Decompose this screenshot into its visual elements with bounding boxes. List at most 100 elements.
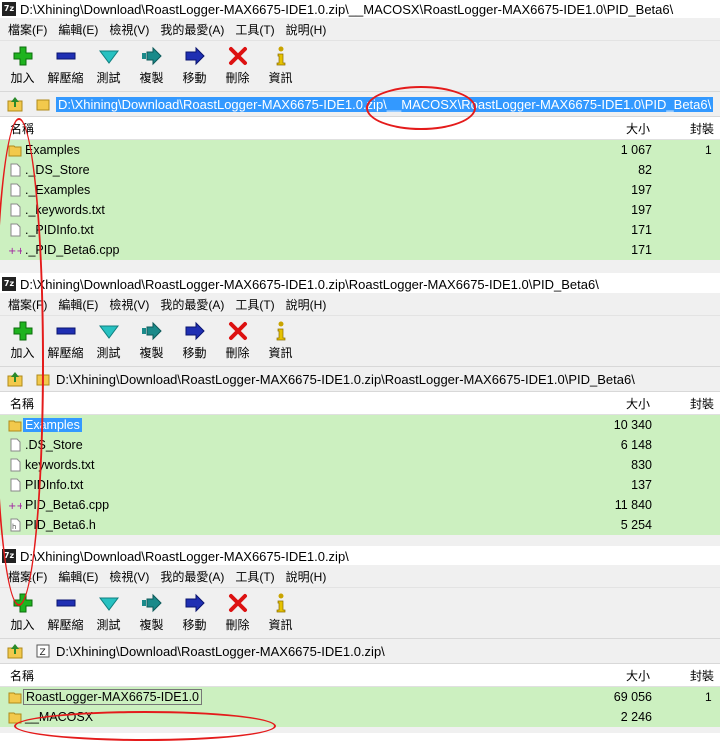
toolbar: 加入 解壓縮 測試 複製 移動 刪除 資訊 xyxy=(0,316,720,366)
list-item[interactable]: ._keywords.txt 197 xyxy=(0,200,720,220)
test-button[interactable]: 測試 xyxy=(92,592,125,633)
test-button[interactable]: 測試 xyxy=(92,320,125,361)
menu-file[interactable]: 檔案(F) xyxy=(6,21,56,38)
info-icon xyxy=(276,46,285,66)
move-label: 移動 xyxy=(182,71,207,85)
move-button[interactable]: 移動 xyxy=(178,45,211,86)
column-size-header[interactable]: 大小 xyxy=(626,667,650,684)
copy-button[interactable]: 複製 xyxy=(135,592,168,633)
list-item[interactable]: __MACOSX 2 246 xyxy=(0,707,720,727)
column-name-header[interactable]: 名稱 xyxy=(10,120,34,137)
info-label: 資訊 xyxy=(268,618,293,632)
info-button[interactable]: 資訊 xyxy=(264,592,297,633)
copy-button[interactable]: 複製 xyxy=(135,45,168,86)
menu-help[interactable]: 說明(H) xyxy=(284,21,336,38)
delete-button[interactable]: 刪除 xyxy=(221,45,254,86)
folder-up-icon[interactable] xyxy=(6,642,24,660)
file-name: .DS_Store xyxy=(25,438,83,452)
list-item[interactable]: ++ PID_Beta6.cpp 11 840 xyxy=(0,495,720,515)
delete-label: 刪除 xyxy=(225,346,250,360)
column-name-header[interactable]: 名稱 xyxy=(10,395,34,412)
menu-help[interactable]: 說明(H) xyxy=(284,296,336,313)
list-item[interactable]: h PID_Beta6.h 5 254 xyxy=(0,515,720,535)
extract-label: 解壓縮 xyxy=(47,71,84,85)
address-input[interactable]: D:\Xhining\Download\RoastLogger-MAX6675-… xyxy=(56,644,385,659)
delete-button[interactable]: 刪除 xyxy=(221,320,254,361)
menu-tools[interactable]: 工具(T) xyxy=(233,296,283,313)
file-size: 171 xyxy=(631,223,652,237)
copy-icon xyxy=(141,593,162,613)
delete-button[interactable]: 刪除 xyxy=(221,592,254,633)
address-bar: D:\Xhining\Download\RoastLogger-MAX6675-… xyxy=(0,91,720,117)
svg-text:Z: Z xyxy=(40,648,46,658)
svg-text:++: ++ xyxy=(8,246,22,257)
file-name: Examples xyxy=(23,418,82,432)
list-item[interactable]: PIDInfo.txt 137 xyxy=(0,475,720,495)
menu-view[interactable]: 檢視(V) xyxy=(107,296,158,313)
menu-file[interactable]: 檔案(F) xyxy=(6,568,56,585)
menu-edit[interactable]: 編輯(E) xyxy=(56,568,107,585)
list-item[interactable]: RoastLogger-MAX6675-IDE1.0 69 056 1 xyxy=(0,687,720,707)
list-item[interactable]: .DS_Store 6 148 xyxy=(0,435,720,455)
info-icon xyxy=(276,321,285,341)
folder-icon xyxy=(8,145,22,157)
folder-up-icon[interactable] xyxy=(6,370,24,388)
menu-favorites[interactable]: 我的最愛(A) xyxy=(158,568,233,585)
add-icon xyxy=(13,46,32,66)
file-name: PID_Beta6.cpp xyxy=(25,498,110,512)
list-item[interactable]: ++ ._PID_Beta6.cpp 171 xyxy=(0,240,720,260)
test-label: 測試 xyxy=(96,71,121,85)
address-input[interactable]: D:\Xhining\Download\RoastLogger-MAX6675-… xyxy=(56,372,635,387)
cpp-file-icon: ++ xyxy=(8,246,22,257)
list-item[interactable]: keywords.txt 830 xyxy=(0,455,720,475)
menu-edit[interactable]: 編輯(E) xyxy=(56,296,107,313)
file-name: PID_Beta6.h xyxy=(25,518,96,532)
list-item[interactable]: Examples 10 340 xyxy=(0,415,720,435)
column-packed-header[interactable]: 封裝 xyxy=(690,395,714,412)
file-name: RoastLogger-MAX6675-IDE1.0 xyxy=(23,689,203,705)
file-size: 82 xyxy=(638,163,652,177)
menu-bar: 檔案(F) 編輯(E) 檢視(V) 我的最愛(A) 工具(T) 說明(H) xyxy=(0,293,720,316)
add-button[interactable]: 加入 xyxy=(6,320,39,361)
info-button[interactable]: 資訊 xyxy=(264,45,297,86)
menu-view[interactable]: 檢視(V) xyxy=(107,21,158,38)
extract-button[interactable]: 解壓縮 xyxy=(48,320,84,361)
file-name: __MACOSX xyxy=(25,710,94,724)
column-packed-header[interactable]: 封裝 xyxy=(690,667,714,684)
menu-tools[interactable]: 工具(T) xyxy=(233,21,283,38)
test-button[interactable]: 測試 xyxy=(92,45,125,86)
delete-icon xyxy=(228,322,247,340)
move-button[interactable]: 移動 xyxy=(178,320,211,361)
delete-icon xyxy=(228,594,247,612)
list-item[interactable]: Examples 1 067 1 xyxy=(0,140,720,160)
info-button[interactable]: 資訊 xyxy=(264,320,297,361)
cpp-file-icon: ++ xyxy=(8,501,22,512)
menu-favorites[interactable]: 我的最愛(A) xyxy=(158,296,233,313)
copy-icon xyxy=(141,46,162,66)
column-size-header[interactable]: 大小 xyxy=(626,395,650,412)
folder-up-icon[interactable] xyxy=(6,95,24,113)
extract-button[interactable]: 解壓縮 xyxy=(47,45,84,86)
column-packed-header[interactable]: 封裝 xyxy=(690,120,714,137)
menu-edit[interactable]: 編輯(E) xyxy=(56,21,107,38)
add-button[interactable]: 加入 xyxy=(6,592,39,633)
menu-view[interactable]: 檢視(V) xyxy=(107,568,158,585)
header-file-icon: h xyxy=(10,518,21,532)
menu-help[interactable]: 說明(H) xyxy=(284,568,336,585)
add-button[interactable]: 加入 xyxy=(6,45,39,86)
info-label: 資訊 xyxy=(268,71,293,85)
menu-favorites[interactable]: 我的最愛(A) xyxy=(158,21,233,38)
address-input[interactable]: D:\Xhining\Download\RoastLogger-MAX6675-… xyxy=(56,96,714,112)
copy-button[interactable]: 複製 xyxy=(135,320,168,361)
window-title: D:\Xhining\Download\RoastLogger-MAX6675-… xyxy=(20,276,599,292)
extract-button[interactable]: 解壓縮 xyxy=(48,592,84,633)
list-item[interactable]: ._DS_Store 82 xyxy=(0,160,720,180)
title-bar: 7z D:\Xhining\Download\RoastLogger-MAX66… xyxy=(0,0,720,18)
column-size-header[interactable]: 大小 xyxy=(626,120,650,137)
list-item[interactable]: ._PIDInfo.txt 171 xyxy=(0,220,720,240)
move-button[interactable]: 移動 xyxy=(178,592,211,633)
menu-tools[interactable]: 工具(T) xyxy=(233,568,283,585)
column-name-header[interactable]: 名稱 xyxy=(10,667,34,684)
list-item[interactable]: ._Examples 197 xyxy=(0,180,720,200)
menu-file[interactable]: 檔案(F) xyxy=(6,296,56,313)
